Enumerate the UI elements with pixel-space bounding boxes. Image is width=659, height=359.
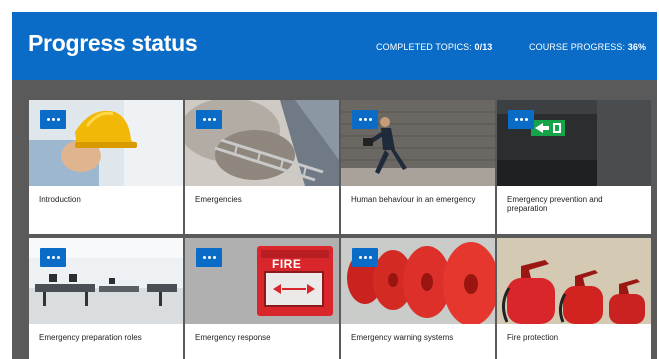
more-dots-icon [203, 118, 206, 121]
office-image [29, 238, 183, 324]
topic-card-fire-protection[interactable]: Fire protection [497, 238, 651, 359]
topic-card-warning-systems[interactable]: Emergency warning systems [341, 238, 495, 359]
fire-sign-text: FIRE [272, 257, 302, 271]
topic-menu-button[interactable] [40, 248, 66, 267]
course-progress-value: 36% [627, 42, 647, 52]
topic-title: Emergency response [195, 333, 271, 342]
more-dots-icon [47, 118, 50, 121]
topic-title: Emergencies [195, 195, 242, 204]
topic-title: Fire protection [507, 333, 559, 342]
topic-grid: Introduction Emergencies Human behaviour… [29, 100, 651, 359]
fire-extinguishers-image [497, 238, 651, 324]
more-dots-icon [47, 256, 50, 259]
completed-topics-value: 0/13 [474, 42, 493, 52]
completed-topics-stat: COMPLETED TOPICS: 0/13 [376, 42, 492, 52]
topic-title: Introduction [39, 195, 81, 204]
topic-title: Emergency prevention and preparation [507, 195, 603, 213]
topic-menu-button[interactable] [196, 110, 222, 129]
more-dots-icon [515, 118, 518, 121]
topic-title: Emergency warning systems [351, 333, 454, 342]
topic-card-emergencies[interactable]: Emergencies [185, 100, 339, 234]
course-progress-stat: COURSE PROGRESS: 36% [529, 42, 646, 52]
alarm-bells-image [341, 238, 495, 324]
more-dots-icon [359, 118, 362, 121]
topic-menu-button[interactable] [352, 110, 378, 129]
topic-menu-button[interactable] [40, 110, 66, 129]
topic-title: Emergency preparation roles [39, 333, 142, 342]
progress-panel: Progress status COMPLETED TOPICS: 0/13 C… [12, 12, 657, 359]
more-dots-icon [359, 256, 362, 259]
hard-hat-image [29, 100, 183, 186]
topic-card-introduction[interactable]: Introduction [29, 100, 183, 234]
exit-sign-image [497, 100, 651, 186]
more-dots-icon [203, 256, 206, 259]
course-progress-label: COURSE PROGRESS: [529, 42, 626, 52]
topic-menu-button[interactable] [352, 248, 378, 267]
topic-title: Human behaviour in an emergency [351, 195, 476, 204]
topic-card-preparation-roles[interactable]: Emergency preparation roles [29, 238, 183, 359]
page-title: Progress status [28, 30, 198, 56]
completed-topics-label: COMPLETED TOPICS: [376, 42, 472, 52]
fire-ladder-image [185, 100, 339, 186]
topic-card-response[interactable]: FIRE Emergency response [185, 238, 339, 359]
topic-card-prevention[interactable]: Emergency prevention and preparation [497, 100, 651, 234]
running-man-image [341, 100, 495, 186]
header-bar: Progress status COMPLETED TOPICS: 0/13 C… [12, 12, 657, 80]
topic-menu-button[interactable] [508, 110, 534, 129]
fire-alarm-image: FIRE [185, 238, 339, 324]
topic-menu-button[interactable] [196, 248, 222, 267]
topic-card-human-behaviour[interactable]: Human behaviour in an emergency [341, 100, 495, 234]
